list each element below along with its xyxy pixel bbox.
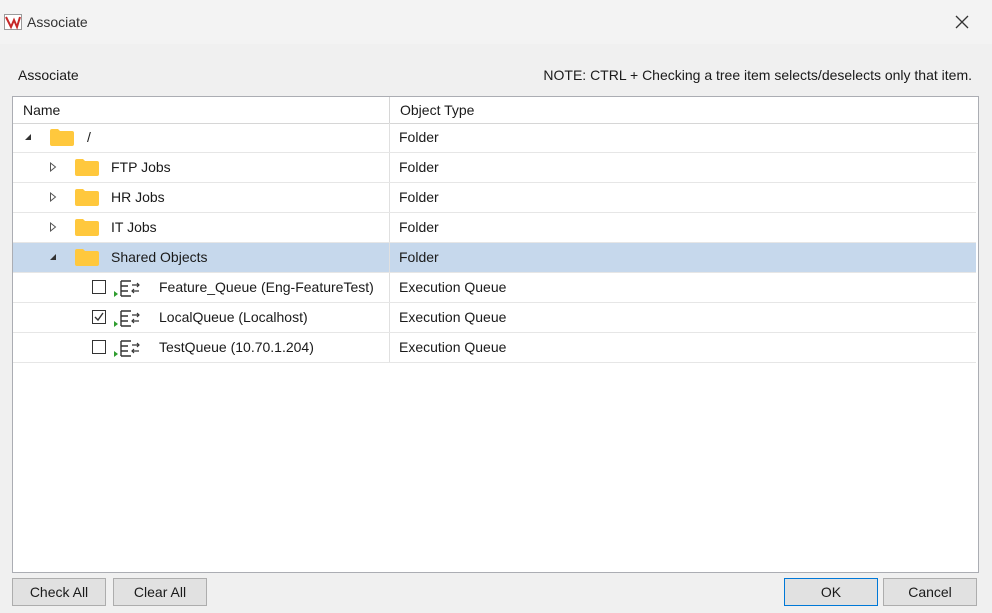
name-cell: FTP Jobs	[13, 153, 390, 182]
tree-row-root[interactable]: / Folder	[13, 123, 976, 153]
row-type: Folder	[399, 219, 439, 235]
title-bar: Associate	[0, 0, 992, 44]
expanded-arrow-icon[interactable]	[48, 252, 58, 262]
tree-row-ftp-jobs[interactable]: FTP Jobs Folder	[13, 153, 976, 183]
tree-row-shared-objects[interactable]: Shared Objects Folder	[13, 243, 976, 273]
name-cell: Feature_Queue (Eng-FeatureTest)	[13, 273, 390, 302]
name-cell: IT Jobs	[13, 213, 390, 242]
tree-row-it-jobs[interactable]: IT Jobs Folder	[13, 213, 976, 243]
tree-row-local-queue[interactable]: LocalQueue (Localhost) Execution Queue	[13, 303, 976, 333]
check-all-button[interactable]: Check All	[12, 578, 106, 606]
row-type: Folder	[399, 129, 439, 145]
row-checkbox-checked[interactable]	[92, 310, 106, 324]
note-text: NOTE: CTRL + Checking a tree item select…	[543, 67, 972, 83]
window-title: Associate	[27, 14, 88, 30]
column-header-object-type[interactable]: Object Type	[390, 97, 978, 123]
clear-all-button[interactable]: Clear All	[113, 578, 207, 606]
ok-button[interactable]: OK	[784, 578, 878, 606]
row-label: HR Jobs	[111, 189, 165, 205]
row-type: Folder	[399, 159, 439, 175]
row-checkbox[interactable]	[92, 340, 106, 354]
collapsed-arrow-icon[interactable]	[48, 222, 58, 232]
expanded-arrow-icon[interactable]	[23, 132, 33, 142]
folder-icon	[50, 129, 74, 146]
execution-queue-icon	[114, 310, 140, 327]
name-cell: Shared Objects	[13, 243, 390, 272]
dialog-content: Associate NOTE: CTRL + Checking a tree i…	[0, 44, 992, 613]
tree-row-feature-queue[interactable]: Feature_Queue (Eng-FeatureTest) Executio…	[13, 273, 976, 303]
folder-icon	[75, 189, 99, 206]
row-label: LocalQueue (Localhost)	[159, 309, 308, 325]
check-icon	[94, 312, 104, 322]
collapsed-arrow-icon[interactable]	[48, 162, 58, 172]
tree-row-test-queue[interactable]: TestQueue (10.70.1.204) Execution Queue	[13, 333, 976, 363]
execution-queue-icon	[114, 280, 140, 297]
tree-grid[interactable]: Name Object Type / Folder FTP Jobs Folde…	[12, 96, 979, 573]
name-cell: LocalQueue (Localhost)	[13, 303, 390, 332]
row-type: Execution Queue	[399, 309, 507, 325]
execution-queue-icon	[114, 340, 140, 357]
collapsed-arrow-icon[interactable]	[48, 192, 58, 202]
name-cell: HR Jobs	[13, 183, 390, 212]
row-type: Folder	[399, 249, 439, 265]
folder-icon	[75, 219, 99, 236]
row-label: /	[87, 129, 91, 145]
row-type: Folder	[399, 189, 439, 205]
row-label: Shared Objects	[111, 249, 208, 265]
app-logo-icon	[4, 14, 22, 30]
row-label: TestQueue (10.70.1.204)	[159, 339, 314, 355]
section-label: Associate	[18, 67, 79, 83]
column-header-name[interactable]: Name	[13, 97, 390, 123]
row-label: Feature_Queue (Eng-FeatureTest)	[159, 279, 374, 295]
folder-icon	[75, 249, 99, 266]
close-button[interactable]	[942, 4, 982, 40]
row-type: Execution Queue	[399, 279, 507, 295]
row-label: IT Jobs	[111, 219, 157, 235]
folder-icon	[75, 159, 99, 176]
close-icon	[955, 15, 969, 29]
row-checkbox[interactable]	[92, 280, 106, 294]
row-type: Execution Queue	[399, 339, 507, 355]
name-cell: TestQueue (10.70.1.204)	[13, 333, 390, 362]
row-label: FTP Jobs	[111, 159, 171, 175]
cancel-button[interactable]: Cancel	[883, 578, 977, 606]
column-header-row: Name Object Type	[13, 97, 978, 124]
tree-row-hr-jobs[interactable]: HR Jobs Folder	[13, 183, 976, 213]
name-cell: /	[13, 123, 390, 152]
